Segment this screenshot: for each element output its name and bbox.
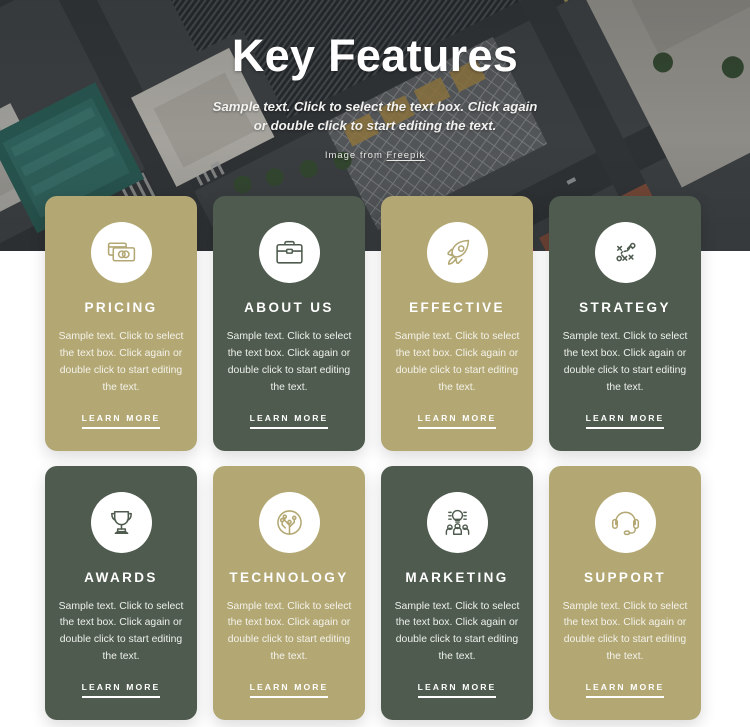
feature-card-grid: PRICING Sample text. Click to select the…: [45, 196, 705, 721]
page-title: Key Features: [231, 30, 519, 81]
circuit-chip-icon: [258, 491, 320, 553]
card-description: Sample text. Click to select the text bo…: [394, 600, 520, 663]
learn-more-link[interactable]: LEARN MORE: [249, 682, 329, 699]
card-title: EFFECTIVE: [409, 300, 505, 315]
briefcase-icon: [258, 222, 320, 283]
learn-more-link[interactable]: LEARN MORE: [585, 682, 665, 699]
feature-card-pricing[interactable]: PRICING Sample text. Click to select the…: [45, 196, 197, 451]
feature-card-marketing[interactable]: MARKETING Sample text. Click to select t…: [381, 465, 533, 721]
card-title: PRICING: [84, 300, 158, 315]
feature-card-awards[interactable]: AWARDS Sample text. Click to select the …: [45, 465, 197, 721]
learn-more-link[interactable]: LEARN MORE: [417, 413, 497, 429]
feature-card-technology[interactable]: TECHNOLOGY Sample text. Click to select …: [213, 465, 365, 721]
trophy-icon: [90, 491, 152, 553]
feature-page: Key Features Sample text. Click to selec…: [0, 0, 750, 727]
feature-card-strategy[interactable]: STRATEGY Sample text. Click to select th…: [549, 196, 701, 451]
lightbulb-team-icon: [426, 491, 488, 553]
card-description: Sample text. Click to select the text bo…: [58, 330, 184, 393]
card-description: Sample text. Click to select the text bo…: [226, 600, 352, 663]
card-title: TECHNOLOGY: [229, 569, 349, 585]
learn-more-link[interactable]: LEARN MORE: [249, 413, 329, 429]
feature-card-about-us[interactable]: ABOUT US Sample text. Click to select th…: [213, 196, 365, 451]
card-description: Sample text. Click to select the text bo…: [58, 600, 184, 663]
rocket-icon: [426, 222, 488, 283]
card-title: ABOUT US: [244, 300, 334, 315]
credit-cards-icon: [90, 222, 152, 283]
card-title: AWARDS: [84, 569, 158, 585]
feature-card-effective[interactable]: EFFECTIVE Sample text. Click to select t…: [381, 196, 533, 451]
image-credit: Image from Freepik: [0, 150, 750, 161]
card-description: Sample text. Click to select the text bo…: [394, 330, 520, 393]
learn-more-link[interactable]: LEARN MORE: [417, 682, 497, 699]
card-description: Sample text. Click to select the text bo…: [562, 330, 688, 393]
learn-more-link[interactable]: LEARN MORE: [81, 413, 161, 429]
learn-more-link[interactable]: LEARN MORE: [81, 682, 161, 699]
learn-more-link[interactable]: LEARN MORE: [585, 413, 665, 429]
image-credit-source-link[interactable]: Freepik: [387, 150, 426, 161]
feature-card-support[interactable]: SUPPORT Sample text. Click to select the…: [549, 465, 701, 721]
card-title: SUPPORT: [583, 569, 667, 585]
hero-subtitle: Sample text. Click to select the text bo…: [212, 98, 538, 134]
card-title: MARKETING: [405, 569, 509, 585]
card-description: Sample text. Click to select the text bo…: [226, 330, 352, 393]
hero-content: Key Features Sample text. Click to selec…: [0, 0, 750, 161]
card-description: Sample text. Click to select the text bo…: [562, 600, 688, 663]
playbook-strategy-icon: [594, 222, 656, 283]
headset-icon: [594, 491, 656, 553]
image-credit-prefix: Image from: [324, 149, 383, 161]
card-title: STRATEGY: [579, 300, 671, 315]
